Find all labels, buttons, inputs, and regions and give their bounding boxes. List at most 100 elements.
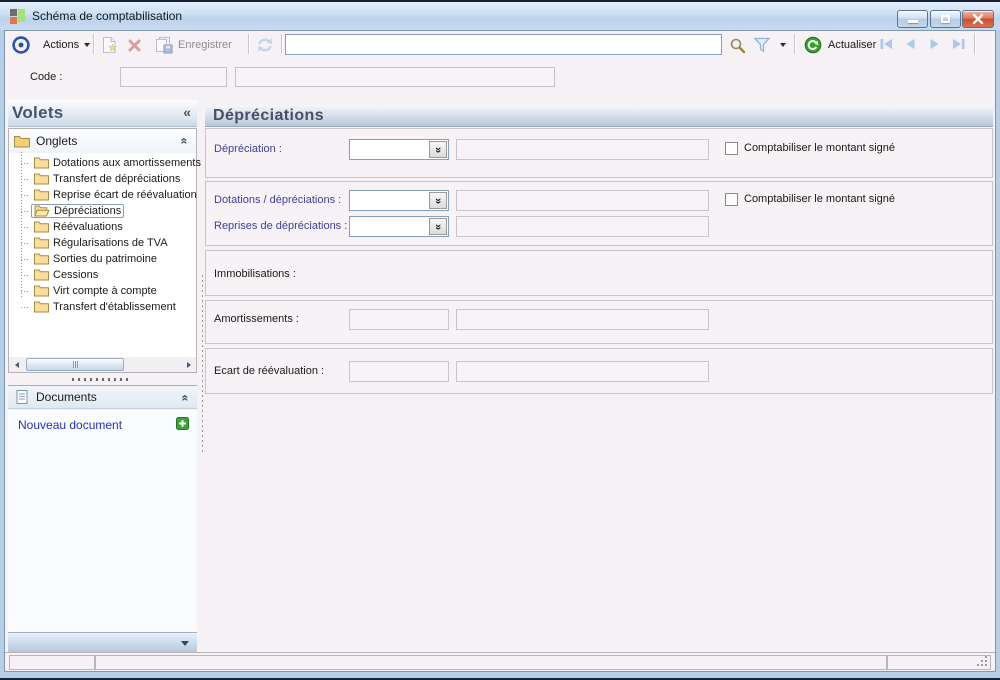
titlebar[interactable]: Schéma de comptabilisation: [0, 2, 1000, 30]
dotations-account-field[interactable]: [456, 190, 709, 211]
horizontal-scrollbar[interactable]: [9, 357, 196, 372]
filter-dropdown-button[interactable]: [775, 31, 791, 58]
close-button[interactable]: [962, 10, 994, 28]
documents-label: Documents: [36, 390, 97, 404]
collapse-group-icon[interactable]: «: [178, 138, 192, 145]
sidebar-footer-bar[interactable]: [8, 632, 197, 652]
tree-list: Dotations aux amortissements Transfert d…: [9, 155, 201, 315]
combo-dropdown-button[interactable]: »: [429, 218, 447, 235]
tree-item[interactable]: Cessions: [9, 267, 196, 283]
folder-icon: [34, 269, 49, 281]
new-document-link[interactable]: Nouveau document: [18, 418, 122, 432]
nav-previous-icon: [906, 39, 914, 49]
folder-icon: [34, 189, 49, 201]
minimize-icon: [908, 20, 918, 23]
tree-item[interactable]: Sorties du patrimoine: [9, 251, 196, 267]
ecart-groupbox: Ecart de réévaluation :: [205, 348, 993, 394]
search-icon: [730, 38, 745, 53]
folder-icon: [34, 237, 49, 249]
delete-record-button[interactable]: [125, 36, 143, 54]
nav-next-button[interactable]: [924, 35, 944, 53]
minimize-button[interactable]: [897, 10, 928, 28]
combo-dropdown-button[interactable]: »: [429, 141, 447, 158]
volets-title: Volets: [12, 103, 64, 122]
status-cell-left: [9, 655, 95, 670]
reprises-journal-combo[interactable]: »: [349, 216, 449, 237]
tree-item-label: Transfert de dépréciations: [53, 173, 181, 185]
panel-splitter-handle[interactable]: [72, 378, 132, 381]
nav-next-icon: [930, 39, 938, 49]
scroll-right-button[interactable]: [181, 357, 196, 372]
dotations-groupbox: Dotations / dépréciations : » Comptabili…: [205, 181, 993, 246]
dotations-journal-combo[interactable]: »: [349, 190, 449, 211]
maximize-button[interactable]: [930, 10, 961, 28]
new-record-icon: [102, 37, 117, 53]
depreciation-groupbox: Dépréciation : » Comptabiliser le montan…: [205, 128, 993, 178]
amortissements-label: Amortissements :: [214, 313, 299, 325]
plus-icon: [176, 417, 189, 430]
collapse-documents-icon[interactable]: «: [179, 395, 193, 402]
depreciation-account-field[interactable]: [456, 139, 709, 160]
close-icon: [972, 13, 984, 25]
tree-item[interactable]: Transfert de dépréciations: [9, 171, 196, 187]
amortissements-groupbox: Amortissements :: [205, 300, 993, 344]
search-input[interactable]: [285, 34, 722, 55]
tree-item[interactable]: Virt compte à compte: [9, 283, 196, 299]
status-cell-middle: [95, 655, 887, 670]
nav-last-button[interactable]: [948, 35, 968, 53]
tree-item-label: Sorties du patrimoine: [53, 253, 157, 265]
scroll-left-button[interactable]: [9, 357, 24, 372]
onglets-group-header[interactable]: Onglets «: [9, 129, 196, 153]
filter-caret-icon: [780, 42, 786, 47]
scroll-right-icon: [186, 361, 191, 368]
status-cell-right: [887, 655, 991, 670]
nav-first-button[interactable]: [876, 35, 896, 53]
folder-icon: [34, 173, 49, 185]
folder-icon: [34, 221, 49, 233]
new-record-button[interactable]: [99, 35, 119, 55]
window-content: Actions Enregistrer Actualiser Code: Vo…: [4, 30, 996, 672]
code-description-field[interactable]: [235, 67, 555, 87]
chevron-double-down-icon: »: [432, 223, 444, 230]
search-button[interactable]: [727, 35, 747, 55]
amortissements-field[interactable]: [349, 309, 449, 330]
amortissements-account-field[interactable]: [456, 309, 709, 330]
tree-item[interactable]: Transfert d'établissement: [9, 299, 196, 315]
collapse-panel-button[interactable]: «: [183, 104, 191, 120]
nav-previous-button[interactable]: [900, 35, 920, 53]
app-logo-icon: [10, 9, 25, 24]
tree-item[interactable]: Dépréciations: [9, 203, 196, 219]
actualiser-button[interactable]: Actualiser: [800, 31, 880, 58]
save-button[interactable]: Enregistrer: [151, 31, 236, 58]
reprises-account-field[interactable]: [456, 216, 709, 237]
immobilisations-label: Immobilisations :: [214, 268, 296, 280]
combo-dropdown-button[interactable]: »: [429, 192, 447, 209]
tree-item[interactable]: Réévaluations: [9, 219, 196, 235]
ecart-field[interactable]: [349, 361, 449, 382]
filter-button[interactable]: [752, 36, 772, 54]
actions-menu-button[interactable]: Actions: [37, 31, 96, 58]
toolbar: Actions Enregistrer Actualiser: [5, 31, 995, 58]
tree-item[interactable]: Régularisations de TVA: [9, 235, 196, 251]
signed-amount-checkbox[interactable]: [725, 142, 738, 155]
maximize-icon: [941, 15, 950, 23]
scrollbar-track[interactable]: [24, 357, 181, 372]
refresh-button[interactable]: [255, 36, 275, 54]
status-bar: [5, 652, 995, 671]
toolbar-separator: [794, 34, 795, 54]
ecart-account-field[interactable]: [456, 361, 709, 382]
save-icon: [155, 36, 173, 54]
footer-caret-icon: [181, 641, 189, 646]
depreciation-journal-combo[interactable]: »: [349, 139, 449, 160]
volets-header: Volets «: [8, 100, 197, 127]
documents-header[interactable]: Documents «: [8, 385, 197, 409]
signed-amount-checkbox[interactable]: [725, 193, 738, 206]
signed-amount-checkbox-label: Comptabiliser le montant signé: [744, 142, 896, 154]
add-document-button[interactable]: [176, 417, 189, 430]
tree-item[interactable]: Reprise écart de réévaluation: [9, 187, 197, 203]
scrollbar-thumb[interactable]: [26, 358, 124, 371]
actions-caret-icon: [84, 42, 91, 47]
resize-grip[interactable]: [977, 656, 987, 666]
code-field[interactable]: [120, 67, 227, 87]
tree-item[interactable]: Dotations aux amortissements: [9, 155, 201, 171]
